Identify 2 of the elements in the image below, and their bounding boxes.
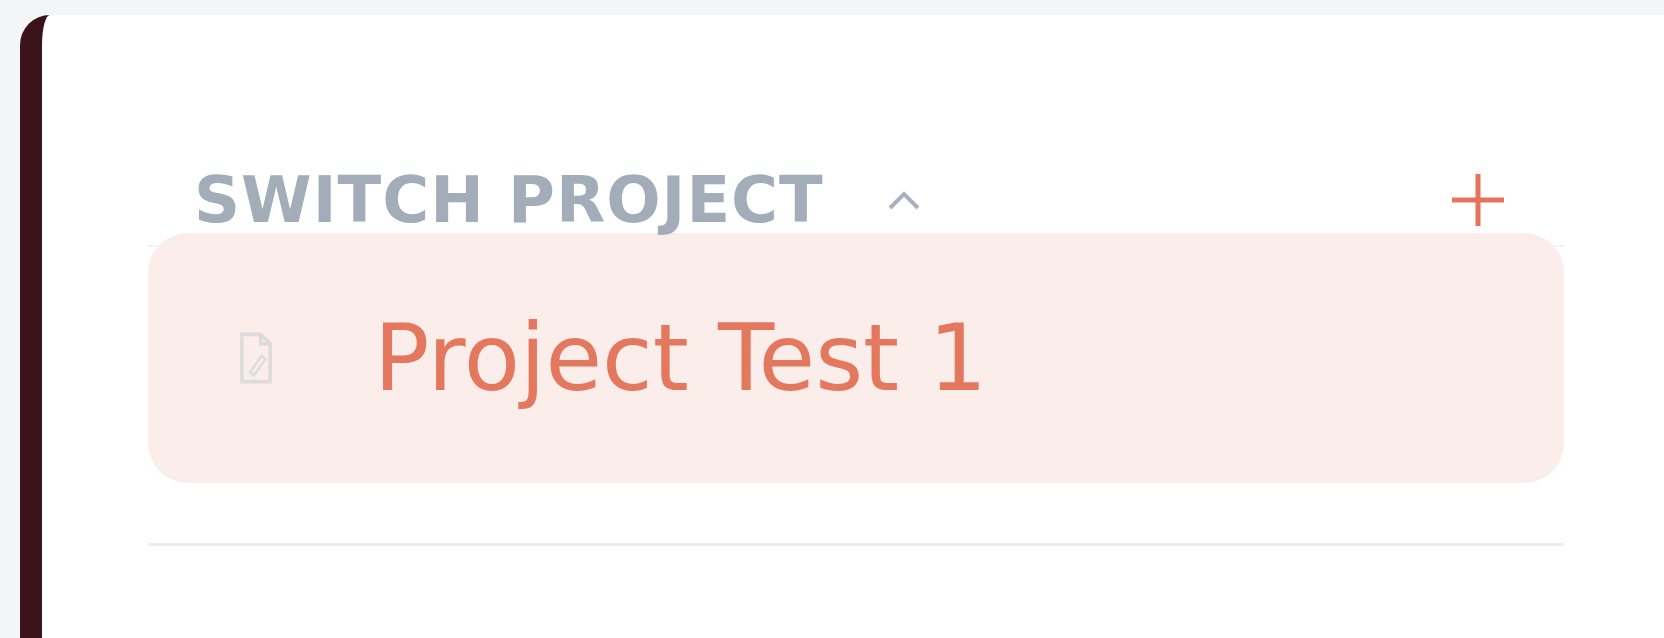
document-icon: [238, 332, 274, 384]
project-name: Project Test 1: [374, 304, 987, 412]
